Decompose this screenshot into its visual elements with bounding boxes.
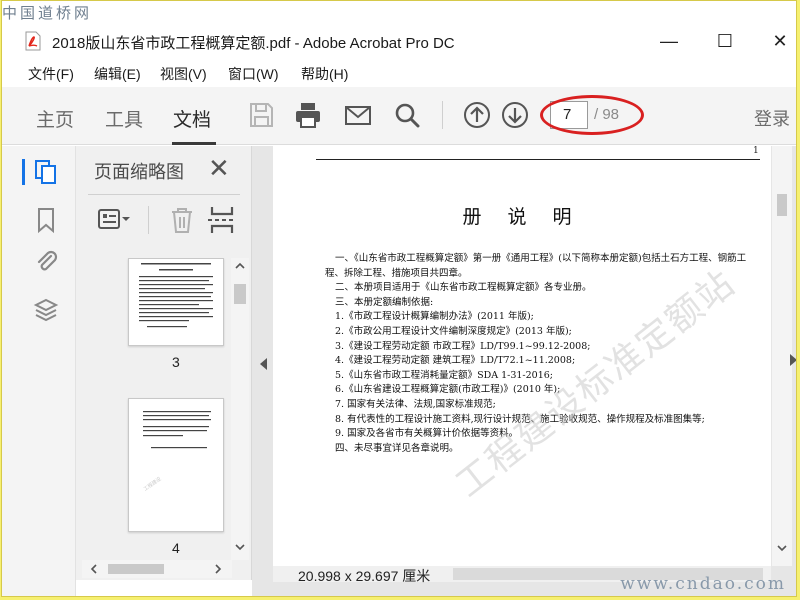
thumbnail-page-3[interactable] xyxy=(128,258,224,346)
page-thumbnails-icon[interactable] xyxy=(32,158,60,186)
insert-pages-icon[interactable] xyxy=(204,204,240,236)
site-watermark-top: 中国道桥网 xyxy=(2,4,93,22)
document-vertical-scrollbar[interactable] xyxy=(772,146,792,566)
email-icon[interactable] xyxy=(343,100,373,130)
collapse-left-panel-icon[interactable] xyxy=(260,358,267,370)
expand-right-panel-icon[interactable] xyxy=(790,354,796,366)
page-dimensions: 20.998 x 29.697 厘米 xyxy=(298,568,431,584)
window-title: 2018版山东省市政工程概算定额.pdf - Adobe Acrobat Pro… xyxy=(52,35,455,52)
pdf-page: 1 册 说 明 一、《山东省市政工程概算定额》第一册《通用工程》(以下简称本册定… xyxy=(273,146,771,566)
menu-file[interactable]: 文件(F) xyxy=(28,64,74,84)
menu-bar: 文件(F) 编辑(E) 视图(V) 窗口(W) 帮助(H) xyxy=(2,61,796,85)
thumbnails-vertical-scrollbar[interactable] xyxy=(231,258,249,560)
left-navigation-rail xyxy=(2,146,76,596)
bookmark-icon[interactable] xyxy=(32,206,60,234)
next-page-icon[interactable] xyxy=(500,100,530,130)
print-icon[interactable] xyxy=(293,100,323,130)
main-toolbar: 主页 工具 文档 7 / 98 登录 xyxy=(2,87,796,145)
scrollbar-graphic xyxy=(234,262,246,551)
menu-edit[interactable]: 编辑(E) xyxy=(94,64,141,84)
close-window-button[interactable]: ✕ xyxy=(765,29,795,53)
thumbnail-label: 4 xyxy=(172,540,180,556)
thumbnail-text-lines: 工程建设 xyxy=(142,411,211,493)
login-button[interactable]: 登录 xyxy=(754,105,790,131)
panel-title: 页面缩略图 xyxy=(94,162,184,182)
paragraph: 5.《山东省市政工程消耗量定额》SDA 1-31-2016; xyxy=(335,369,553,381)
previous-page-icon[interactable] xyxy=(462,100,492,130)
search-icon[interactable] xyxy=(392,100,422,130)
page-thumbnails-panel: 页面缩略图 ✕ 3 工程建设 4 xyxy=(76,146,252,580)
thumbnail-options-icon[interactable] xyxy=(96,204,132,236)
thumbnail-page-4[interactable]: 工程建设 xyxy=(128,398,224,532)
thumbnail-label: 3 xyxy=(172,354,180,370)
tab-document[interactable]: 文档 xyxy=(173,105,211,132)
save-icon[interactable] xyxy=(246,100,276,130)
menu-help[interactable]: 帮助(H) xyxy=(301,64,348,84)
page-header-rule xyxy=(316,159,760,160)
minimize-button[interactable]: — xyxy=(654,29,684,53)
layers-icon[interactable] xyxy=(32,296,60,324)
paragraph: 4.《建设工程劳动定额 建筑工程》LD/T72.1~11.2008; xyxy=(335,355,576,367)
title-bar: 2018版山东省市政工程概算定额.pdf - Adobe Acrobat Pro… xyxy=(2,23,796,59)
acrobat-window: 2018版山东省市政工程概算定额.pdf - Adobe Acrobat Pro… xyxy=(1,0,797,597)
red-highlight-annotation xyxy=(540,95,644,135)
panel-toolbar-separator xyxy=(148,206,149,234)
scrollbar-graphic xyxy=(90,564,222,574)
attachment-icon[interactable] xyxy=(32,248,60,276)
close-panel-button[interactable]: ✕ xyxy=(208,155,230,181)
tab-home[interactable]: 主页 xyxy=(36,105,74,132)
scrollbar-graphic xyxy=(777,194,787,552)
page-heading: 册 说 明 xyxy=(462,206,582,228)
svg-text:工程建设: 工程建设 xyxy=(142,475,162,492)
active-tab-indicator xyxy=(172,142,216,145)
panel-divider xyxy=(88,194,240,195)
page-header-number: 1 xyxy=(753,146,759,156)
pdf-file-icon xyxy=(25,31,41,51)
maximize-button[interactable]: ☐ xyxy=(710,29,740,53)
menu-view[interactable]: 视图(V) xyxy=(160,64,207,84)
document-view: 1 册 说 明 一、《山东省市政工程概算定额》第一册《通用工程》(以下简称本册定… xyxy=(252,146,796,596)
rail-active-indicator xyxy=(22,159,25,185)
tab-tools[interactable]: 工具 xyxy=(105,105,143,132)
thumbnails-horizontal-scrollbar[interactable] xyxy=(82,560,232,578)
menu-window[interactable]: 窗口(W) xyxy=(228,64,279,84)
paragraph: 3.《建设工程劳动定额 市政工程》LD/T99.1~99.12-2008; xyxy=(335,340,591,352)
thumbnail-list: 3 工程建设 4 xyxy=(88,258,232,558)
delete-page-icon[interactable] xyxy=(164,204,200,236)
site-watermark-bottom: www.cndao.com xyxy=(620,574,786,594)
thumbnail-text-lines xyxy=(139,263,213,328)
toolbar-separator xyxy=(442,101,443,129)
